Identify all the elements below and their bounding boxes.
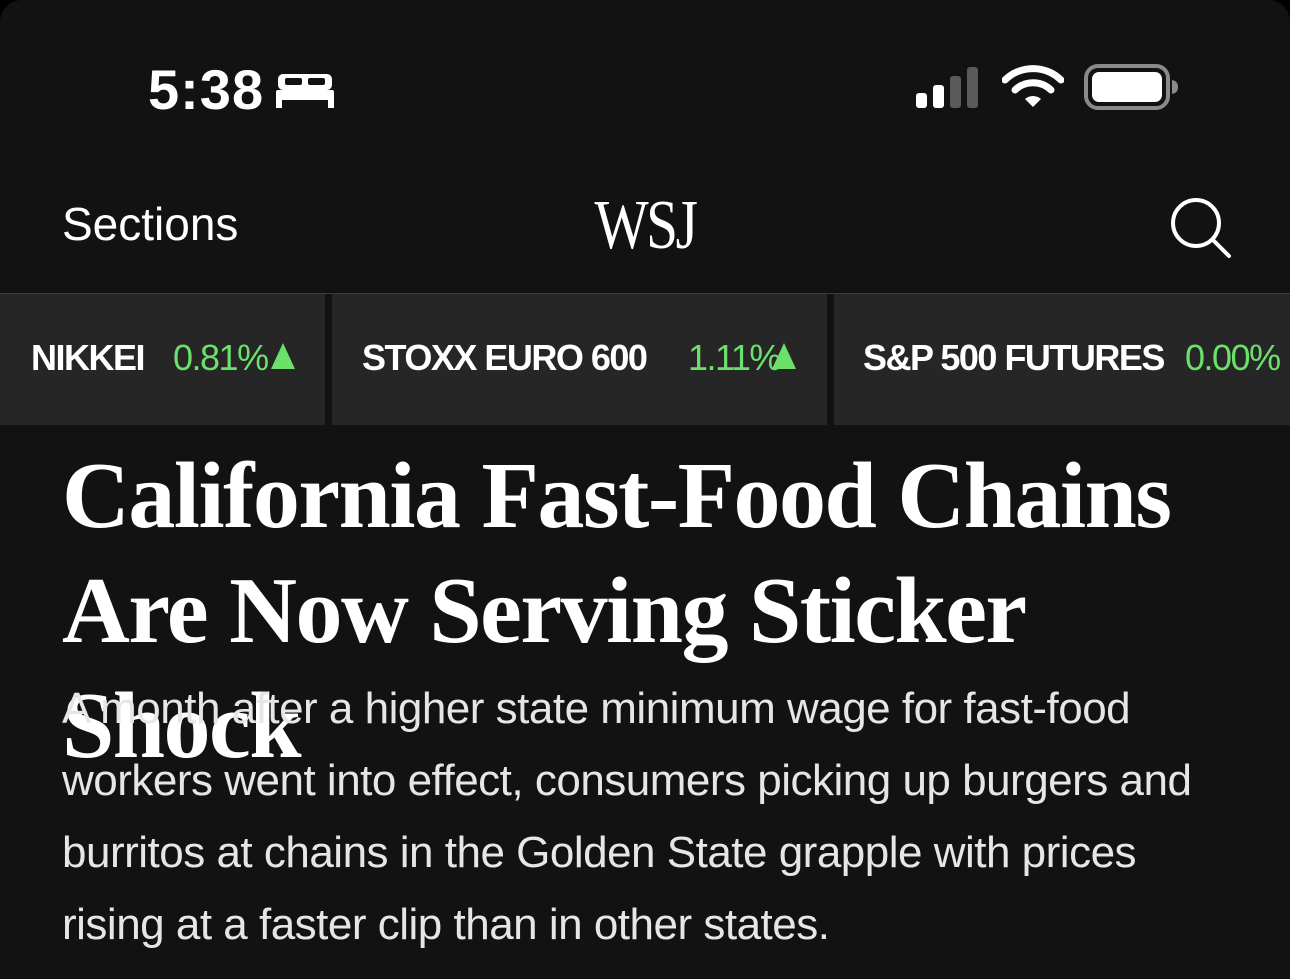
bed-icon <box>276 74 334 108</box>
up-arrow-icon <box>772 343 796 369</box>
ticker-name: STOXX EURO 600 <box>362 337 648 378</box>
cellular-signal-icon <box>916 67 978 108</box>
ticker-name: NIKKEI <box>31 337 146 378</box>
market-ticker[interactable]: NIKKEI 0.81% STOXX EURO 600 1.11% S&P 50… <box>0 294 1290 425</box>
app-screen: 5:38 Sections WSJ NIKKEI 0.81% STOXX EUR… <box>0 0 1290 979</box>
sections-button[interactable]: Sections <box>62 198 238 250</box>
ticker-name: S&P 500 FUTURES <box>863 337 1165 378</box>
ticker-change: 0.81% <box>173 337 269 378</box>
app-header: Sections WSJ <box>0 150 1290 294</box>
status-time: 5:38 <box>148 58 265 121</box>
top-article[interactable]: California Fast-Food Chains Are Now Serv… <box>0 425 1290 979</box>
wifi-icon <box>1002 65 1064 107</box>
wsj-logo: WSJ <box>594 187 698 264</box>
ticker-item-stoxx-euro-600[interactable]: STOXX EURO 600 1.11% <box>332 294 827 425</box>
battery-icon <box>1084 64 1178 110</box>
article-summary: A month after a higher state minimum wag… <box>62 684 1192 949</box>
ticker-change: 0.00% <box>1185 337 1281 378</box>
ticker-item-sp-500-futures[interactable]: S&P 500 FUTURES 0.00% <box>834 294 1290 425</box>
up-arrow-icon <box>271 343 295 369</box>
search-icon[interactable] <box>1166 194 1236 260</box>
ticker-item-nikkei[interactable]: NIKKEI 0.81% <box>0 294 325 425</box>
status-bar: 5:38 <box>0 0 1290 150</box>
ticker-change: 1.11% <box>688 337 781 378</box>
